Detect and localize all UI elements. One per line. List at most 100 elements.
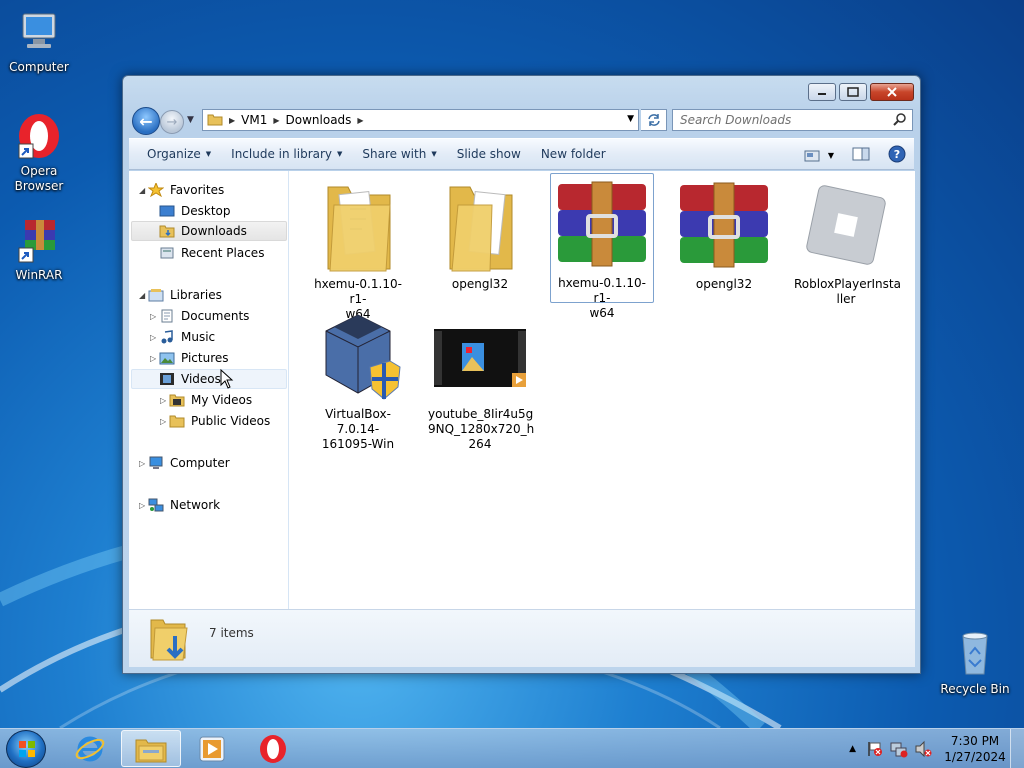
help-icon: ? xyxy=(888,145,906,163)
taskbar-file-explorer[interactable] xyxy=(121,730,181,767)
close-button[interactable] xyxy=(870,83,914,101)
minimize-button[interactable] xyxy=(808,83,836,101)
desktop-icon-recycle-bin[interactable]: Recycle Bin xyxy=(940,630,1010,697)
system-tray: ▲ 7:30 PM 1/27/2024 xyxy=(849,729,1024,768)
nav-documents-label: Documents xyxy=(181,309,250,323)
forward-button[interactable]: → xyxy=(160,110,184,134)
organize-button[interactable]: Organize ▼ xyxy=(137,147,221,161)
nav-libraries[interactable]: Libraries xyxy=(148,285,222,305)
nav-music[interactable]: Music xyxy=(159,327,215,347)
desktop-icon-opera[interactable]: Opera Browser xyxy=(4,112,74,194)
file-item-virtualbox-installer[interactable]: VirtualBox-7.0.14- 161095-Win xyxy=(306,305,410,452)
desktop-icon-computer[interactable]: Computer xyxy=(4,8,74,75)
recent-pages-button[interactable]: ▼ xyxy=(187,115,194,125)
address-bar[interactable]: ▶ VM1 ▶ Downloads ▶ ▼ xyxy=(202,109,639,131)
preview-pane-button[interactable] xyxy=(852,147,870,164)
nav-public-videos[interactable]: Public Videos xyxy=(169,411,270,431)
taskbar-media-player[interactable] xyxy=(182,730,242,767)
refresh-button[interactable] xyxy=(641,109,667,131)
desktop-icon-label: Recycle Bin xyxy=(940,682,1010,696)
breadcrumb-vm1[interactable]: VM1 xyxy=(235,113,273,127)
file-item-video-youtube[interactable]: youtube_8Iir4u5g 9NQ_1280x720_h 264 xyxy=(428,305,535,452)
expand-triangle-icon[interactable]: ▷ xyxy=(160,417,166,426)
nav-public-videos-label: Public Videos xyxy=(191,414,271,428)
nav-desktop-label: Desktop xyxy=(181,204,231,218)
explorer-window[interactable]: ← → ▼ ▶ VM1 ▶ Downloads ▶ ▼ Search Downl… xyxy=(122,75,921,674)
file-name: VirtualBox-7.0.14- 161095-Win xyxy=(321,407,395,451)
slide-show-button[interactable]: Slide show xyxy=(447,147,531,161)
taskbar-clock[interactable]: 7:30 PM 1/27/2024 xyxy=(940,733,1010,765)
nav-favorites[interactable]: Favorites xyxy=(147,180,224,200)
expand-triangle-icon[interactable]: ▷ xyxy=(150,333,156,342)
recent-places-icon xyxy=(159,246,175,260)
maximize-button[interactable] xyxy=(839,83,867,101)
nav-pictures[interactable]: Pictures xyxy=(159,348,229,368)
file-item-archive-opengl32[interactable]: opengl32 xyxy=(672,175,776,292)
taskbar-internet-explorer[interactable] xyxy=(60,730,120,767)
taskbar: ▲ 7:30 PM 1/27/2024 xyxy=(0,728,1024,768)
chevron-down-icon: ▼ xyxy=(827,151,834,160)
expand-triangle-icon[interactable]: ▷ xyxy=(139,459,145,468)
chevron-down-icon: ▼ xyxy=(205,150,212,158)
file-list[interactable]: hxemu-0.1.10-r1- w64 opengl32 hxemu-0.1.… xyxy=(220,171,915,609)
file-name: youtube_8Iir4u5g 9NQ_1280x720_h 264 xyxy=(428,407,535,451)
nav-desktop[interactable]: Desktop xyxy=(159,201,231,221)
back-arrow-icon: ← xyxy=(139,111,153,131)
share-with-button[interactable]: Share with ▼ xyxy=(352,147,446,161)
nav-recent-places[interactable]: Recent Places xyxy=(159,243,264,263)
include-in-library-button[interactable]: Include in library ▼ xyxy=(221,147,352,161)
desktop-icon-label: WinRAR xyxy=(15,268,63,282)
navigation-pane[interactable]: ◢ Favorites Desktop Downloads Recent Pla… xyxy=(129,171,289,609)
search-placeholder: Search Downloads xyxy=(680,113,792,127)
taskbar-opera[interactable] xyxy=(243,730,303,767)
nav-my-videos[interactable]: My Videos xyxy=(169,390,252,410)
file-item-roblox-installer[interactable]: RobloxPlayerInsta ller xyxy=(794,175,901,307)
file-item-folder-opengl32[interactable]: opengl32 xyxy=(428,175,532,292)
desktop-icon xyxy=(159,204,175,218)
address-dropdown-icon[interactable]: ▼ xyxy=(627,114,634,124)
expand-triangle-icon[interactable]: ▷ xyxy=(150,354,156,363)
network-status-icon[interactable] xyxy=(890,740,908,758)
file-item-folder-hxemu[interactable]: hxemu-0.1.10-r1- w64 xyxy=(306,175,410,322)
public-videos-folder-icon xyxy=(169,414,185,428)
new-folder-button[interactable]: New folder xyxy=(531,147,616,161)
virtualbox-icon xyxy=(310,309,406,405)
breadcrumb-downloads[interactable]: Downloads xyxy=(280,113,358,127)
nav-documents[interactable]: Documents xyxy=(159,306,249,326)
volume-muted-icon[interactable] xyxy=(914,740,932,758)
file-item-archive-hxemu[interactable]: hxemu-0.1.10-r1- w64 xyxy=(550,173,654,320)
help-button[interactable]: ? xyxy=(888,145,906,166)
chevron-down-icon: ▼ xyxy=(431,150,437,158)
clock-date: 1/27/2024 xyxy=(944,750,1006,764)
nav-videos[interactable]: Videos xyxy=(131,369,287,389)
breadcrumb-separator-icon: ▶ xyxy=(357,115,364,125)
search-input[interactable]: Search Downloads xyxy=(672,109,913,131)
videos-icon xyxy=(159,372,175,386)
opera-icon xyxy=(15,112,63,160)
collapse-triangle-icon[interactable]: ◢ xyxy=(139,291,145,300)
chevron-down-icon: ▼ xyxy=(187,115,194,125)
desktop-icon-winrar[interactable]: WinRAR xyxy=(4,216,74,283)
expand-triangle-icon[interactable]: ▷ xyxy=(139,501,145,510)
collapse-triangle-icon[interactable]: ◢ xyxy=(139,186,145,195)
music-icon xyxy=(159,330,175,344)
video-file-icon xyxy=(432,309,528,405)
nav-downloads[interactable]: Downloads xyxy=(131,221,287,241)
nav-network[interactable]: Network xyxy=(148,495,220,515)
change-view-button[interactable]: ▼ xyxy=(804,150,834,162)
action-center-flag-icon[interactable] xyxy=(866,740,884,758)
search-icon[interactable] xyxy=(893,113,907,130)
expand-triangle-icon[interactable]: ▷ xyxy=(160,396,166,405)
internet-explorer-icon xyxy=(75,736,105,761)
show-desktop-button[interactable] xyxy=(1010,729,1024,768)
folder-icon xyxy=(207,112,223,129)
view-icon xyxy=(804,150,820,161)
start-button[interactable] xyxy=(6,730,46,768)
refresh-icon xyxy=(647,114,660,126)
back-button[interactable]: ← xyxy=(132,107,160,135)
desktop-icon-label: Computer xyxy=(9,60,69,74)
show-hidden-icons-button[interactable]: ▲ xyxy=(849,744,856,754)
nav-computer[interactable]: Computer xyxy=(148,453,230,473)
expand-triangle-icon[interactable]: ▷ xyxy=(150,312,156,321)
chevron-down-icon: ▼ xyxy=(337,150,343,158)
